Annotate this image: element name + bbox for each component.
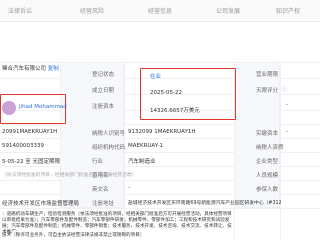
address-value: 盐城经济技术开发区东环南路69号新能源汽车产业园区研发中心（#312 (128, 201, 282, 206)
label-insured-count: 参保人数 (256, 187, 279, 193)
label-company-type: 企业类型 (256, 159, 279, 165)
taxpayer-id-value: 9132099 1MAEKRUAY1H (128, 129, 196, 135)
label-score: 天眼评分 (256, 88, 279, 94)
score-value: - (286, 102, 288, 108)
tab-legal[interactable]: 法律诉讼 (8, 6, 32, 15)
period-value: 5-05-22 至 无固定期限 (2, 159, 60, 165)
label-status: 登记状态 (92, 72, 115, 78)
authority-value: 经济技术开发区市场监督管理局 (2, 201, 80, 207)
label-english-name: 英文名 (92, 187, 109, 193)
company-name-text: 稀合汽车有限公司 (2, 66, 47, 72)
label-taxpayer-id: 纳税人识别号 (92, 131, 126, 137)
label-paid-capital: 实缴资本 (256, 131, 279, 137)
help-icon: ⓘ (282, 87, 288, 93)
credit-code-value: 20991MAEKRUAY1H (2, 129, 58, 135)
industry-value: 汽车制造业 (128, 159, 156, 165)
company-name: 稀合汽车有限公司 复制 (2, 64, 59, 72)
section-tab-bar: 法律诉讼 经营风险 经营信息 公司发展 知识产权 (0, 0, 320, 22)
legal-rep-name[interactable]: Jihad Mohammad (19, 104, 67, 110)
paid-capital-value: - (286, 129, 288, 135)
label-address: 注册地址 (92, 201, 115, 207)
copy-link[interactable]: 复制 (48, 66, 59, 72)
label-founded: 成立日期 (92, 88, 115, 94)
english-name-value: - (128, 185, 130, 191)
former-name-value: - (128, 171, 130, 177)
org-code-value: MAEKRUAY-1 (128, 143, 163, 149)
label-former-name: 曾用名 (92, 173, 109, 179)
founded-value: 2025-05-22 (150, 90, 182, 96)
label-industry: 行业 (92, 159, 104, 165)
label-capital: 注册资本 (92, 104, 115, 110)
capital-value: 14326.6657万美元 (150, 108, 200, 114)
status-value: 在业 (150, 74, 162, 80)
label-taxpayer-qualification: 纳税人资质 (256, 145, 284, 151)
tab-operation[interactable]: 经营信息 (148, 6, 172, 15)
label-org-code: 组织机构代码 (92, 145, 126, 151)
avatar (2, 101, 16, 115)
tab-risk[interactable]: 经营风险 (80, 6, 104, 15)
label-staff-size: 人员规模 (256, 173, 279, 179)
approve-note: （依法须经批准的项目，经相关部门批准后方可开展经营活动） (2, 173, 137, 178)
tab-ip[interactable]: 知识产权 (276, 6, 300, 15)
business-scope-tail: 技术（除许可业务外，可自主依法经营法律法规非禁止或限制的项目） (2, 233, 145, 238)
reg-number-value: 591400003339 (2, 143, 44, 149)
tab-development[interactable]: 公司发展 (216, 6, 240, 15)
label-term: 营业期限 (256, 72, 279, 78)
